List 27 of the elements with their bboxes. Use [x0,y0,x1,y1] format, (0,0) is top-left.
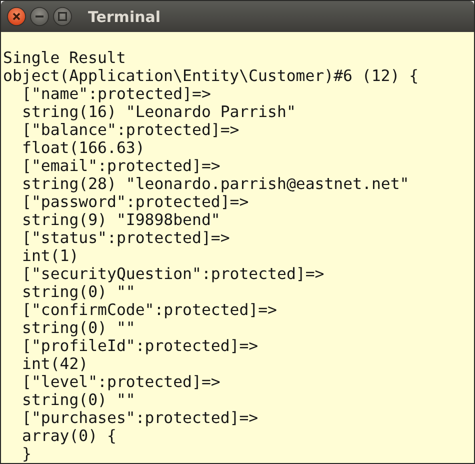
output-line: string(0) "" [22,283,136,301]
output-line: ["name":protected]=> [22,85,211,103]
output-line: string(28) "leonardo.parrish@eastnet.net" [22,175,410,193]
output-line: ["level":protected]=> [22,373,220,391]
output-line: int(1) [22,247,79,265]
output-line: ["password":protected]=> [22,193,249,211]
output-line: ["profileId":protected]=> [22,337,258,355]
output-line: string(9) "I9898bend" [22,211,220,229]
window-title: Terminal [88,8,161,26]
output-line: float(166.63) [22,139,145,157]
output-line: object(Application\Entity\Customer)#6 (12) { [3,67,419,85]
output-line: Single Result [3,49,126,67]
output-line: string(0) "" [22,319,136,337]
output-line: ["securityQuestion":protected]=> [22,265,324,283]
output-line: int(42) [22,355,88,373]
output-line: ["status":protected]=> [22,229,230,247]
output-line: ["email":protected]=> [22,157,220,175]
output-line: } [22,445,32,463]
minimize-icon[interactable] [30,7,49,26]
output-line: string(16) "Leonardo Parrish" [22,103,296,121]
output-line: ["purchases":protected]=> [22,409,258,427]
maximize-icon[interactable] [53,7,72,26]
output-line: ["confirmCode":protected]=> [22,301,278,319]
output-line: ["balance":protected]=> [22,121,240,139]
output-line: string(0) "" [22,391,136,409]
output-line: array(0) { [22,427,116,445]
close-icon[interactable] [7,7,26,26]
